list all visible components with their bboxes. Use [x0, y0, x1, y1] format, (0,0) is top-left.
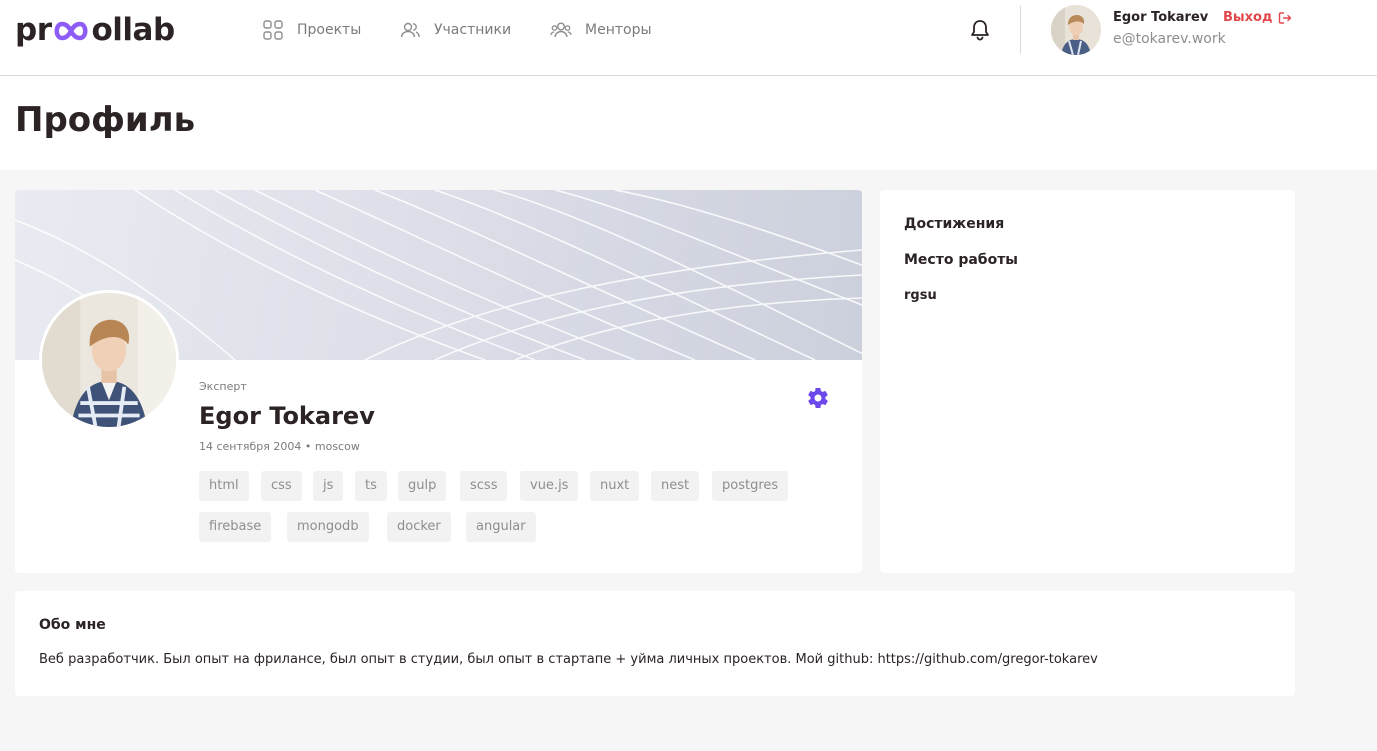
logo-text-left: pr: [15, 12, 52, 48]
skill-tag: html: [199, 471, 249, 501]
nav-projects[interactable]: Проекты: [262, 18, 361, 42]
skill-tag: docker: [387, 512, 451, 542]
nav-projects-label: Проекты: [297, 22, 362, 38]
nav-participants[interactable]: Участники: [399, 18, 511, 42]
work-title: Место работы: [904, 252, 1018, 268]
nav-mentors[interactable]: Менторы: [550, 18, 652, 42]
about-text: Веб разработчик. Был опыт на фрилансе, б…: [39, 652, 1098, 667]
logo-infinity-icon: [55, 21, 88, 41]
main-nav: Проекты Участники Менторы: [262, 18, 682, 42]
skill-tag: vue.js: [520, 471, 579, 501]
skill-tag: gulp: [398, 471, 447, 501]
users-icon: [400, 22, 420, 38]
profile-avatar: [39, 290, 179, 430]
profile-name: Egor Tokarev: [199, 402, 375, 430]
profile-card: Эксперт Egor Tokarev 14 сентября 2004 • …: [15, 190, 862, 573]
page-header: Профиль: [0, 76, 1377, 170]
skill-tag: nest: [651, 471, 700, 501]
logout-icon: [1279, 11, 1292, 24]
skill-tag: mongodb: [287, 512, 369, 542]
logo-text-right: ollab: [91, 12, 175, 48]
skill-tag: angular: [466, 512, 536, 542]
profile-role: Эксперт: [199, 380, 247, 393]
skill-tag: css: [261, 471, 302, 501]
procollab-logo[interactable]: pr ollab: [15, 10, 175, 50]
skill-tag: nuxt: [590, 471, 640, 501]
grid-icon: [263, 20, 283, 40]
user-email: e@tokarev.work: [1113, 31, 1226, 47]
header-divider: [1020, 6, 1021, 54]
page-title: Профиль: [15, 100, 196, 140]
logout-label: Выход: [1223, 10, 1273, 25]
skill-tag: postgres: [712, 471, 789, 501]
about-title: Обо мне: [39, 617, 106, 633]
user-name: Egor Tokarev: [1113, 10, 1209, 25]
mentors-icon: [550, 22, 572, 38]
skill-tag: js: [313, 471, 344, 501]
logout-button[interactable]: Выход: [1223, 10, 1292, 25]
settings-gear-icon[interactable]: [806, 386, 830, 410]
skill-tag: ts: [355, 471, 387, 501]
work-value: rgsu: [904, 288, 937, 303]
user-photo-icon: [1051, 5, 1101, 55]
about-card: Обо мне Веб разработчик. Был опыт на фри…: [15, 591, 1295, 696]
nav-participants-label: Участники: [434, 22, 512, 38]
profile-side-card: Достижения Место работы rgsu: [880, 190, 1295, 573]
skill-tag: firebase: [199, 512, 272, 542]
achievements-title: Достижения: [904, 216, 1005, 232]
profile-photo-icon: [42, 293, 176, 427]
skill-tag: scss: [460, 471, 508, 501]
user-avatar[interactable]: [1051, 5, 1101, 55]
profile-meta: 14 сентября 2004 • moscow: [199, 440, 360, 453]
notification-bell-icon[interactable]: [967, 17, 993, 43]
top-navbar: pr ollab Проекты Участники Менторы Egor …: [0, 0, 1377, 76]
nav-mentors-label: Менторы: [585, 22, 652, 38]
